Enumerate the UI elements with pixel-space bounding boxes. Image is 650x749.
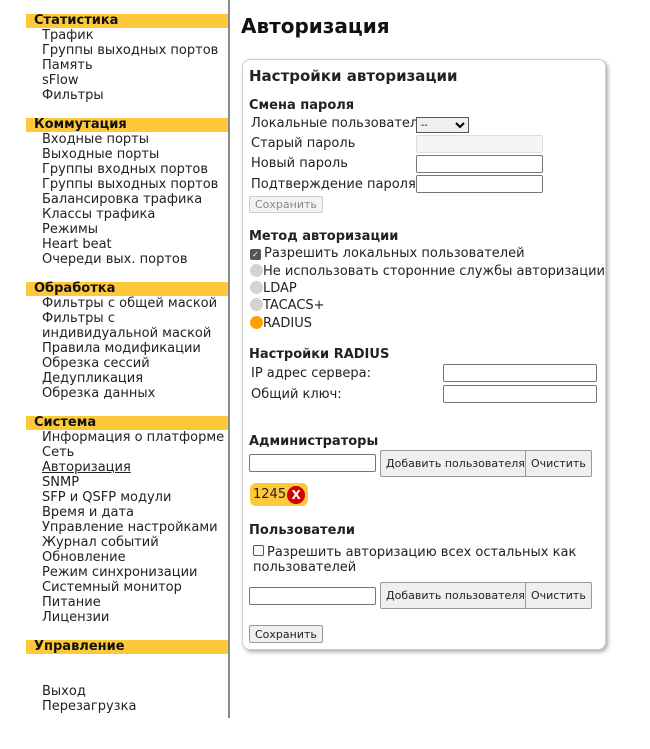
nav-group-title: Обработка — [26, 282, 228, 296]
page-title: Авторизация — [241, 14, 390, 38]
checkbox-unchecked-icon[interactable] — [253, 545, 264, 556]
sidebar-item-filters[interactable]: Фильтры — [42, 88, 228, 103]
sidebar-item-sync-mode[interactable]: Режим синхронизации — [42, 565, 228, 580]
local-users-label: Локальные пользователи — [251, 116, 427, 131]
sidebar-item-load-balancing[interactable]: Балансировка трафика — [42, 192, 228, 207]
sidebar-item-settings-management[interactable]: Управление настройками — [42, 520, 228, 535]
sidebar-item-system-monitor[interactable]: Системный монитор — [42, 580, 228, 595]
add-admin-button[interactable]: Добавить пользователя — [380, 450, 531, 477]
sidebar-item-authorization[interactable]: Авторизация — [42, 460, 228, 475]
radio-icon[interactable] — [250, 298, 263, 311]
old-password-field[interactable] — [416, 135, 543, 153]
sidebar-item-deduplication[interactable]: Дедупликация — [42, 371, 228, 386]
radio-icon[interactable] — [250, 264, 263, 277]
new-password-label: Новый пароль — [251, 156, 348, 171]
sidebar-item-logout[interactable]: Выход — [42, 684, 228, 699]
sidebar-item-in-ports[interactable]: Входные порты — [42, 132, 228, 147]
user-input[interactable] — [249, 587, 376, 605]
radio-icon[interactable] — [250, 281, 263, 294]
sidebar-item-memory[interactable]: Память — [42, 58, 228, 73]
radio-label: TACACS+ — [263, 298, 325, 313]
radius-key-label: Общий ключ: — [251, 387, 342, 402]
confirm-password-label: Подтверждение пароля — [251, 177, 416, 192]
admin-tag: 1245 X — [250, 483, 309, 506]
sidebar-item-platform-info[interactable]: Информация о платформе — [42, 430, 228, 445]
radio-ldap[interactable]: LDAP — [250, 281, 297, 296]
sidebar-item-update[interactable]: Обновление — [42, 550, 228, 565]
nav-group-system: Система Информация о платформе Сеть Авто… — [0, 416, 228, 625]
sidebar-item-in-port-groups[interactable]: Группы входных портов — [42, 162, 228, 177]
sidebar-item-common-mask-filters[interactable]: Фильтры с общей маской — [42, 296, 228, 311]
sidebar-item-traffic[interactable]: Трафик — [42, 28, 228, 43]
radio-radius[interactable]: RADIUS — [250, 316, 312, 331]
sidebar-item-licenses[interactable]: Лицензии — [42, 610, 228, 625]
nav-group-processing: Обработка Фильтры с общей маской Фильтры… — [0, 282, 228, 401]
sidebar-item-reboot[interactable]: Перезагрузка — [42, 699, 228, 714]
old-password-label: Старый пароль — [251, 136, 356, 151]
nav-group-title: Коммутация — [26, 118, 228, 132]
nav-group-title: Управление — [26, 640, 228, 654]
sidebar-item-event-log[interactable]: Журнал событий — [42, 535, 228, 550]
sidebar-item-individual-mask-filters[interactable]: Фильтры с индивидуальной маской — [42, 311, 228, 341]
radio-no-external[interactable]: Не использовать сторонние службы авториз… — [250, 264, 605, 279]
sidebar-item-out-port-groups-2[interactable]: Группы выходных портов — [42, 177, 228, 192]
nav-group-title: Статистика — [26, 14, 228, 28]
sidebar-item-out-port-groups[interactable]: Группы выходных портов — [42, 43, 228, 58]
radio-label: RADIUS — [263, 316, 313, 331]
sidebar-item-power[interactable]: Питание — [42, 595, 228, 610]
radio-selected-icon[interactable] — [250, 316, 263, 329]
nav-group-management: Управление Выход Перезагрузка — [0, 640, 228, 714]
radius-ip-field[interactable] — [443, 364, 597, 382]
radio-label: LDAP — [263, 281, 297, 296]
allow-local-users-label: Разрешить локальных пользователей — [264, 246, 525, 261]
sidebar-item-traffic-classes[interactable]: Классы трафика — [42, 207, 228, 222]
confirm-password-field[interactable] — [416, 175, 543, 193]
nav-group-statistics: Статистика Трафик Группы выходных портов… — [0, 14, 228, 103]
method-section-title: Метод авторизации — [249, 229, 399, 244]
admin-user-input[interactable] — [249, 454, 376, 472]
save-password-button[interactable]: Сохранить — [249, 196, 323, 213]
sidebar-item-modification-rules[interactable]: Правила модификации — [42, 341, 228, 356]
sidebar-item-out-ports[interactable]: Выходные порты — [42, 147, 228, 162]
sidebar-item-modes[interactable]: Режимы — [42, 222, 228, 237]
sidebar-item-network[interactable]: Сеть — [42, 445, 228, 460]
radio-label: Не использовать сторонние службы авториз… — [263, 264, 605, 279]
remove-icon[interactable]: X — [287, 485, 306, 504]
card-title: Настройки авторизации — [249, 67, 458, 85]
radio-tacacs[interactable]: TACACS+ — [250, 298, 325, 313]
allow-all-users-label: Разрешить авторизацию всех остальных как… — [253, 545, 577, 575]
sidebar-item-date-time[interactable]: Время и дата — [42, 505, 228, 520]
sidebar-item-data-slicing[interactable]: Обрезка данных — [42, 386, 228, 401]
allow-all-users-checkbox[interactable]: Разрешить авторизацию всех остальных как… — [253, 545, 583, 575]
checkbox-checked-icon[interactable]: ✓ — [250, 249, 261, 260]
password-section-title: Смена пароля — [249, 98, 355, 113]
nav-group-switching: Коммутация Входные порты Выходные порты … — [0, 118, 228, 267]
sidebar-item-heartbeat[interactable]: Heart beat — [42, 237, 228, 252]
allow-local-users-checkbox[interactable]: ✓ Разрешить локальных пользователей — [250, 246, 525, 261]
radius-key-field[interactable] — [443, 385, 597, 403]
sidebar: Статистика Трафик Группы выходных портов… — [0, 0, 230, 718]
sidebar-item-sfp-modules[interactable]: SFP и QSFP модули — [42, 490, 228, 505]
sidebar-item-sflow[interactable]: sFlow — [42, 73, 228, 88]
new-password-field[interactable] — [416, 155, 543, 173]
save-button[interactable]: Сохранить — [249, 625, 323, 643]
nav-group-title: Система — [26, 416, 228, 430]
admins-section-title: Администраторы — [249, 434, 379, 449]
auth-settings-card: Настройки авторизации Смена пароля Локал… — [242, 59, 606, 650]
clear-admins-button[interactable]: Очистить — [525, 450, 592, 477]
sidebar-item-out-port-queues[interactable]: Очереди вых. портов — [42, 252, 228, 267]
clear-users-button[interactable]: Очистить — [525, 582, 592, 609]
admin-tag-label: 1245 — [253, 487, 287, 502]
sidebar-item-snmp[interactable]: SNMP — [42, 475, 228, 490]
radius-ip-label: IP адрес сервера: — [251, 366, 371, 381]
radius-section-title: Настройки RADIUS — [249, 347, 390, 362]
sidebar-item-session-slicing[interactable]: Обрезка сессий — [42, 356, 228, 371]
add-user-button[interactable]: Добавить пользователя — [380, 582, 531, 609]
users-section-title: Пользователи — [249, 523, 356, 538]
local-users-select[interactable]: -- — [416, 117, 469, 133]
